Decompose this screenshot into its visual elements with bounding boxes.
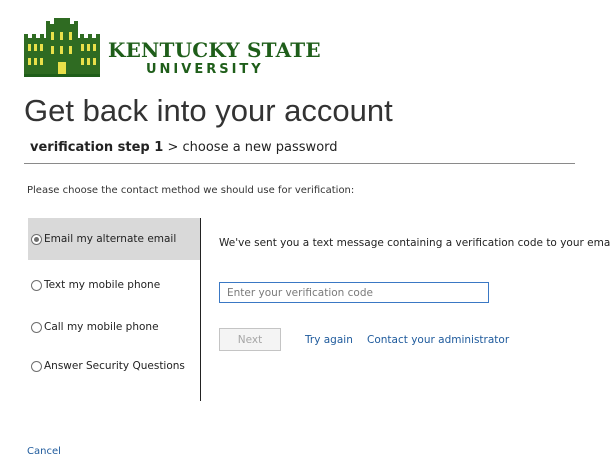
method-divider — [200, 218, 201, 401]
step-separator: > — [167, 140, 179, 155]
university-logo: KENTUCKY STATE UNIVERSITY — [24, 18, 321, 80]
radio-button[interactable] — [31, 233, 42, 245]
try-again-link[interactable]: Try again — [305, 334, 353, 346]
cancel-link[interactable]: Cancel — [27, 446, 61, 457]
logo-text-kentucky-state: KENTUCKY STATE — [108, 38, 321, 62]
radio-button[interactable] — [31, 279, 42, 291]
header-divider — [24, 163, 575, 164]
method-text-mobile[interactable]: Text my mobile phone — [28, 264, 200, 306]
step-breadcrumb: verification step 1 > choose a new passw… — [30, 140, 338, 155]
method-email-alternate[interactable]: Email my alternate email — [28, 218, 200, 260]
contact-administrator-link[interactable]: Contact your administrator — [367, 334, 509, 346]
method-security-questions[interactable]: Answer Security Questions — [28, 345, 200, 387]
method-label: Text my mobile phone — [44, 279, 161, 291]
instruction-text: Please choose the contact method we shou… — [27, 185, 355, 196]
contact-method-list: Email my alternate email Text my mobile … — [28, 218, 200, 400]
logo-text-university: UNIVERSITY — [146, 62, 264, 77]
verification-message: We've sent you a text message containing… — [219, 237, 610, 249]
radio-button[interactable] — [31, 360, 42, 372]
verification-code-input[interactable] — [219, 282, 489, 303]
next-step: choose a new password — [182, 140, 338, 155]
method-label: Email my alternate email — [44, 233, 177, 245]
page-title: Get back into your account — [24, 93, 393, 128]
building-logo-icon — [24, 18, 100, 77]
method-label: Answer Security Questions — [44, 360, 185, 372]
next-button[interactable]: Next — [219, 328, 281, 351]
radio-button[interactable] — [31, 321, 42, 333]
method-label: Call my mobile phone — [44, 321, 159, 333]
current-step: verification step 1 — [30, 140, 164, 155]
method-call-mobile[interactable]: Call my mobile phone — [28, 306, 200, 348]
